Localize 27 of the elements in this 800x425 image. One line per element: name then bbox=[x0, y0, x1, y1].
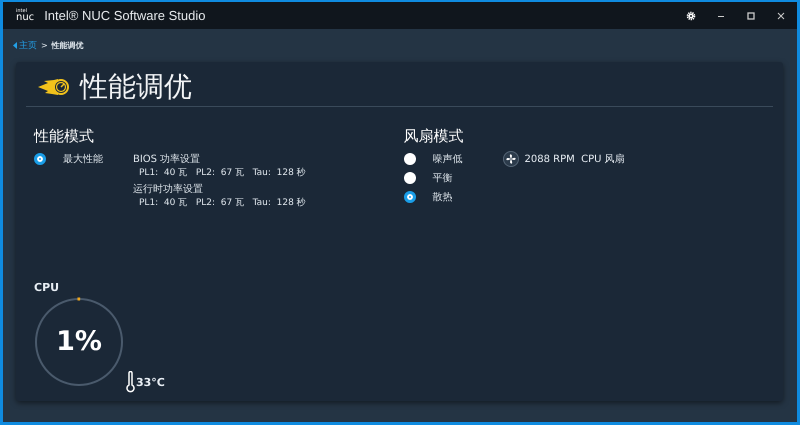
thermometer-icon bbox=[126, 371, 135, 393]
section-heading: 性能模式 bbox=[34, 127, 95, 146]
cpu-usage-reading: 1% bbox=[55, 326, 103, 357]
radio-option[interactable]: 最大性能 bbox=[34, 150, 103, 167]
section-heading: 风扇模式 bbox=[404, 127, 464, 146]
fan-speed-reading: 2088 RPM CPU 风扇 bbox=[524, 152, 625, 166]
window-title: Intel® NUC Software Studio bbox=[44, 8, 206, 23]
home-link[interactable]: 主页 bbox=[13, 38, 37, 52]
breadcrumb-current: 性能调优 bbox=[52, 40, 84, 50]
logo-text: nuc bbox=[16, 12, 34, 22]
breadcrumb-separator: > bbox=[41, 40, 48, 50]
page-title: 性能调优 bbox=[80, 69, 192, 105]
cpu-label: CPU bbox=[34, 281, 60, 294]
fan-icon bbox=[502, 150, 518, 166]
maximize-icon bbox=[747, 12, 755, 20]
setting-title: 运行时功率设置 bbox=[133, 182, 204, 196]
settings-icon bbox=[686, 10, 696, 20]
speedometer-flame-icon bbox=[36, 77, 70, 97]
radio-option[interactable]: 噪声低 bbox=[404, 150, 462, 167]
radio-option[interactable]: 平衡 bbox=[404, 169, 462, 186]
setting-values: PL1: 40 瓦 PL2: 67 瓦 Tau: 128 秒 bbox=[138, 166, 306, 180]
temperature-reading: 33°C bbox=[136, 376, 165, 388]
close-icon bbox=[777, 12, 785, 20]
radio-option[interactable]: 散热 bbox=[404, 188, 462, 205]
back-arrow-icon bbox=[13, 42, 17, 48]
setting-title: BIOS 功率设置 bbox=[133, 152, 202, 166]
setting-values: PL1: 40 瓦 PL2: 67 瓦 Tau: 128 秒 bbox=[138, 196, 306, 210]
